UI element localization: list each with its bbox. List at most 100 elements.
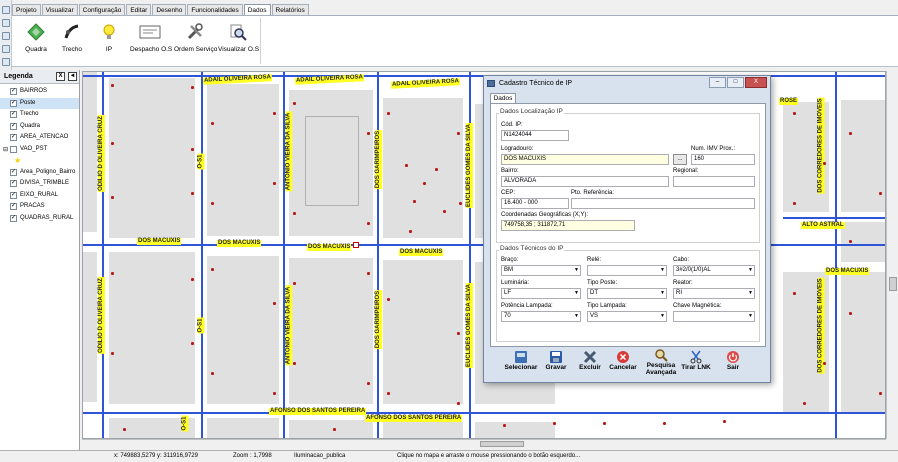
pole-point[interactable] [793,292,796,295]
pole-point[interactable] [333,428,336,431]
new-icon[interactable] [2,6,10,14]
legend-item-quadra[interactable]: ✓ Quadra [0,121,79,133]
pole-point[interactable] [435,168,438,171]
pole-point[interactable] [273,182,276,185]
pole-point[interactable] [273,112,276,115]
pole-point[interactable] [111,272,114,275]
pole-point[interactable] [603,422,606,425]
checkbox-eixo-rural[interactable]: ✓ [10,191,17,199]
checkbox-trecho[interactable]: ✓ [10,111,17,118]
pole-point[interactable] [191,148,194,151]
pole-point[interactable] [111,84,114,87]
legend-item-bairros[interactable]: ✓ BAIRROS [0,86,79,98]
pole-point[interactable] [111,142,114,145]
checkbox-vao-pst[interactable] [10,145,17,153]
horizontal-scroll-thumb[interactable] [480,441,524,447]
pole-point[interactable] [793,112,796,115]
pole-point[interactable] [191,342,194,345]
pole-point[interactable] [191,86,194,89]
pole-point[interactable] [413,200,416,203]
checkbox-area-atencao[interactable]: ✓ [10,134,17,141]
checkbox-area-poligno[interactable]: ✓ [10,168,17,176]
legend-item-divisa-trimble[interactable]: ✓ DIVISA_TRIMBLE [0,178,79,190]
pole-point[interactable] [211,122,214,125]
ordem-servico-button[interactable]: Ordem Serviço [174,20,217,64]
pole-point[interactable] [367,222,370,225]
refresh-icon[interactable] [2,45,10,53]
legend-item-area-poligno[interactable]: ✓ Area_Poligno_Bairro [0,167,79,179]
map-vertical-scrollbar[interactable] [886,71,898,439]
legend-item-area-atencao[interactable]: ✓ AREA_ATENCAO [0,132,79,144]
logradouro-field[interactable]: DOS MACUXIS [501,154,669,165]
pole-point[interactable] [663,422,666,425]
pole-point[interactable] [367,272,370,275]
pole-point[interactable] [367,132,370,135]
quadra-button[interactable]: Quadra [22,20,50,64]
regional-field[interactable] [673,176,755,187]
open-icon[interactable] [2,19,10,27]
pole-point[interactable] [803,402,806,405]
legend-item-trecho[interactable]: ✓ Trecho [0,109,79,121]
pole-point[interactable] [191,192,194,195]
checkbox-quadra[interactable]: ✓ [10,122,17,130]
pole-point[interactable] [405,164,408,167]
legend-pin-button[interactable]: ◄ [68,72,77,81]
tipo-poste-select[interactable]: DT [587,288,667,299]
pole-point[interactable] [553,422,556,425]
pole-point[interactable] [111,196,114,199]
reator-select[interactable]: RI [673,288,755,299]
legend-item-vao-pst[interactable]: ⊟ VAO_PST [0,144,79,156]
browse-logradouro-button[interactable]: ... [673,154,687,165]
checkbox-bairros[interactable]: ✓ [10,88,17,95]
sair-button[interactable]: Sair [722,350,744,380]
pole-point[interactable] [293,282,296,285]
pole-point[interactable] [457,332,460,335]
num-imv-field[interactable]: 160 [691,154,755,165]
pole-point[interactable] [823,362,826,365]
referencia-field[interactable] [571,198,755,209]
tipo-lampada-select[interactable]: VS [587,311,667,322]
pole-point[interactable] [457,132,460,135]
chave-select[interactable] [673,311,755,322]
pole-point[interactable] [211,202,214,205]
pole-point[interactable] [211,372,214,375]
selected-pole-marker[interactable] [353,242,359,248]
ip-button[interactable]: IP [100,20,118,64]
pole-point[interactable] [123,428,126,431]
bairro-field[interactable]: ALVORADA [501,176,669,187]
selecionar-button[interactable]: Selecionar [504,350,538,380]
legend-item-quadras-rural[interactable]: ✓ QUADRAS_RURAL [0,213,79,225]
pole-point[interactable] [273,392,276,395]
tirar-lnk-button[interactable]: Tirar LNK [680,350,712,380]
pole-point[interactable] [409,230,412,233]
minimize-button[interactable]: – [709,77,726,88]
pole-point[interactable] [823,162,826,165]
legend-item-eixo-rural[interactable]: ✓ EIXO_RURAL [0,190,79,202]
checkbox-quadras-rural[interactable]: ✓ [10,214,17,222]
pole-point[interactable] [191,278,194,281]
dialog-titlebar[interactable]: Cadastro Técnico de IP – □ X [484,76,770,92]
pole-point[interactable] [459,202,462,205]
braco-select[interactable]: BM [501,265,581,276]
checkbox-divisa-trimble[interactable]: ✓ [10,180,17,187]
save-icon[interactable] [2,32,10,40]
pole-point[interactable] [293,102,296,105]
maximize-button[interactable]: □ [727,77,744,88]
cancelar-button[interactable]: Cancelar [608,350,638,380]
checkbox-pracas[interactable]: ✓ [10,203,17,210]
trecho-button[interactable]: Trecho [58,20,86,64]
coordenadas-field[interactable]: 749758,35 ; 311872,71 [501,220,635,231]
pole-point[interactable] [293,212,296,215]
pole-point[interactable] [293,362,296,365]
checkbox-poste[interactable]: ✓ [10,99,17,107]
despacho-button[interactable]: Despacho O.S [130,20,172,64]
pole-point[interactable] [503,424,506,427]
cod-ip-field[interactable]: N1424044 [501,130,569,141]
luminaria-select[interactable]: LF [501,288,581,299]
legend-close-button[interactable]: X [56,72,65,81]
cabo-select[interactable]: 3#2/0(1/0)AL [673,265,755,276]
pole-point[interactable] [387,392,390,395]
pole-point[interactable] [387,112,390,115]
pesquisa-avancada-button[interactable]: Pesquisa Avançada [644,348,678,378]
legend-item-pracas[interactable]: ✓ PRACAS [0,201,79,213]
